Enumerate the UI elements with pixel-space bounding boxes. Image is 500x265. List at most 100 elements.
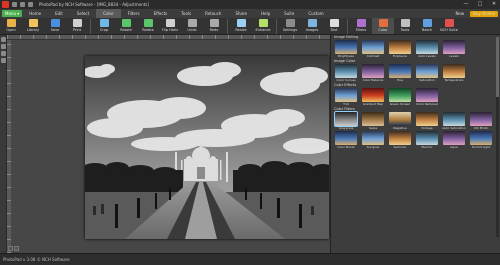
adjustment-saturation[interactable]: Saturation xyxy=(415,64,439,82)
adjustment-color-balance[interactable]: Color Balance xyxy=(361,64,385,82)
ribbon-resize-button[interactable]: Resize xyxy=(230,18,252,34)
adjustment-color-curves[interactable]: Color Curves xyxy=(334,64,358,82)
adjustment-label: Vintage xyxy=(421,126,433,130)
quick-access-open-icon[interactable] xyxy=(20,2,25,7)
adjustment-thumbnail xyxy=(362,131,384,145)
tab-home[interactable]: Home xyxy=(22,9,48,18)
window-controls: — □ ✕ xyxy=(462,1,498,8)
zoom-out-button[interactable] xyxy=(8,246,13,251)
new-link[interactable]: New xyxy=(455,11,464,16)
ribbon-button-label: Tools xyxy=(400,28,410,32)
adjustment-temperature[interactable]: Temperature xyxy=(442,64,466,82)
adjustment-summer[interactable]: Summer xyxy=(388,131,412,149)
adjustment-color-boost[interactable]: Color Boost xyxy=(334,131,358,149)
adjustment-hue[interactable]: Hue xyxy=(388,64,412,82)
quick-access-save-icon[interactable] xyxy=(28,2,33,7)
adjustment-color-removal[interactable]: Color Removal xyxy=(415,88,439,106)
ribbon-text-button[interactable]: Text xyxy=(323,18,345,34)
photo-taj-mahal-greyscale[interactable] xyxy=(85,56,329,239)
adjustment-exposure[interactable]: Exposure xyxy=(388,40,412,58)
adjustment-auto-levels[interactable]: Auto Levels xyxy=(415,40,439,58)
ribbon-save-button[interactable]: Save xyxy=(44,18,66,34)
tab-suite[interactable]: Suite xyxy=(277,9,301,18)
ribbon-crop-button[interactable]: Crop xyxy=(93,18,115,34)
tab-share[interactable]: Share xyxy=(228,9,254,18)
tab-filters[interactable]: Filters xyxy=(121,9,147,18)
adjustment-label: Color Curves xyxy=(336,78,356,82)
ribbon-color-button[interactable]: Color xyxy=(372,18,394,34)
maximize-button[interactable]: □ xyxy=(476,1,484,8)
panel-scrollbar[interactable] xyxy=(496,37,499,237)
lasso-tool-icon[interactable] xyxy=(0,51,6,56)
adjustment-tint[interactable]: Tint xyxy=(334,88,358,106)
tab-select[interactable]: Select xyxy=(70,9,96,18)
close-button[interactable]: ✕ xyxy=(490,1,498,8)
tab-retouch[interactable]: Retouch xyxy=(198,9,228,18)
ribbon-undo-button[interactable]: Undo xyxy=(181,18,203,34)
ribbon-filters-button[interactable]: Filters xyxy=(350,18,372,34)
ribbon-tools-button[interactable]: Tools xyxy=(394,18,416,34)
ribbon-settings-button[interactable]: Settings xyxy=(279,18,301,34)
adjustment-negative[interactable]: Negative xyxy=(388,112,412,130)
zoom-in-button[interactable] xyxy=(14,246,19,251)
ribbon-button-label: Save xyxy=(50,28,60,32)
brush-tool-icon[interactable] xyxy=(0,58,6,63)
adjustment-greyscale[interactable]: Greyscale xyxy=(334,111,358,130)
minimize-button[interactable]: — xyxy=(462,1,470,8)
ribbon-button-label: Library xyxy=(26,28,40,32)
adjustment-brightness[interactable]: Brightness xyxy=(334,40,358,58)
quick-access-new-icon[interactable] xyxy=(12,2,17,7)
menu-right-area: New Buy Online xyxy=(455,9,498,18)
ribbon-separator xyxy=(227,19,228,34)
adjustment-sunglow[interactable]: Sunglow xyxy=(361,131,385,149)
adjustment-aqua[interactable]: Aqua xyxy=(442,131,466,149)
adjustment-thumbnail xyxy=(335,131,357,145)
adjustment-thumbnail xyxy=(389,64,411,78)
ribbon-button-label: Print xyxy=(72,28,82,32)
adjustment-contrast[interactable]: Contrast xyxy=(361,40,385,58)
library-icon xyxy=(28,19,38,27)
adjustment-label: Color Balance xyxy=(362,78,384,82)
tools-icon xyxy=(400,19,410,27)
adjustment-label: Auto Levels xyxy=(418,54,436,58)
buy-online-button[interactable]: Buy Online xyxy=(470,10,498,17)
image-canvas[interactable] xyxy=(11,40,330,253)
adjustment-green-screen[interactable]: Green Screen xyxy=(388,88,412,106)
tab-color[interactable]: Color xyxy=(96,9,121,18)
section-grid-image-color: Color Curves Color Balance Hue Saturation Te… xyxy=(331,64,500,83)
main-menu-button[interactable]: Menu ▾ xyxy=(2,10,23,17)
adjustment-electric[interactable]: Electric xyxy=(415,131,439,149)
tab-edit[interactable]: Edit xyxy=(48,9,70,18)
tab-help[interactable]: Help xyxy=(254,9,277,18)
adjustment-thumbnail xyxy=(362,88,384,102)
adjustment-orchid-light[interactable]: Orchid Light xyxy=(469,131,493,149)
ribbon-rotate-button[interactable]: Rotate xyxy=(137,18,159,34)
ribbon-button-label: Undo xyxy=(187,28,197,32)
ribbon-print-button[interactable]: Print xyxy=(66,18,88,34)
ribbon-flip-horiz-button[interactable]: Flip Horiz xyxy=(159,18,181,34)
move-tool-icon[interactable] xyxy=(0,37,6,42)
tab-custom[interactable]: Custom xyxy=(301,9,330,18)
tab-effects[interactable]: Effects xyxy=(147,9,175,18)
ribbon-open-button[interactable]: Open xyxy=(0,18,22,34)
adjustment-vintage[interactable]: Vintage xyxy=(415,112,439,130)
adjustment-sepia[interactable]: Sepia xyxy=(361,112,385,130)
adjustment-levels[interactable]: Levels xyxy=(442,40,466,58)
adjustment-auto-saturation[interactable]: Auto Saturation xyxy=(442,112,466,130)
select-tool-icon[interactable] xyxy=(0,44,6,49)
ribbon-images-button[interactable]: Images xyxy=(301,18,323,34)
images-icon xyxy=(307,19,317,27)
adjustment-label: Levels xyxy=(449,54,459,58)
ribbon-batch-button[interactable]: Batch xyxy=(416,18,438,34)
ribbon-nch-suite-button[interactable]: NCH Suite xyxy=(438,18,460,34)
ribbon-enhance-button[interactable]: Enhance xyxy=(252,18,274,34)
panel-scrollbar-thumb[interactable] xyxy=(496,37,499,97)
flip-horiz-icon xyxy=(165,19,175,27)
adjustment-old-photo[interactable]: Old Photo xyxy=(469,112,493,130)
ribbon-rotate-button[interactable]: Rotate xyxy=(115,18,137,34)
ribbon-redo-button[interactable]: Redo xyxy=(203,18,225,34)
tab-tools[interactable]: Tools xyxy=(174,9,198,18)
ribbon-library-button[interactable]: Library xyxy=(22,18,44,34)
adjustment-gradient-map[interactable]: Gradient Map xyxy=(361,88,385,106)
adjustment-thumbnail xyxy=(416,40,438,54)
